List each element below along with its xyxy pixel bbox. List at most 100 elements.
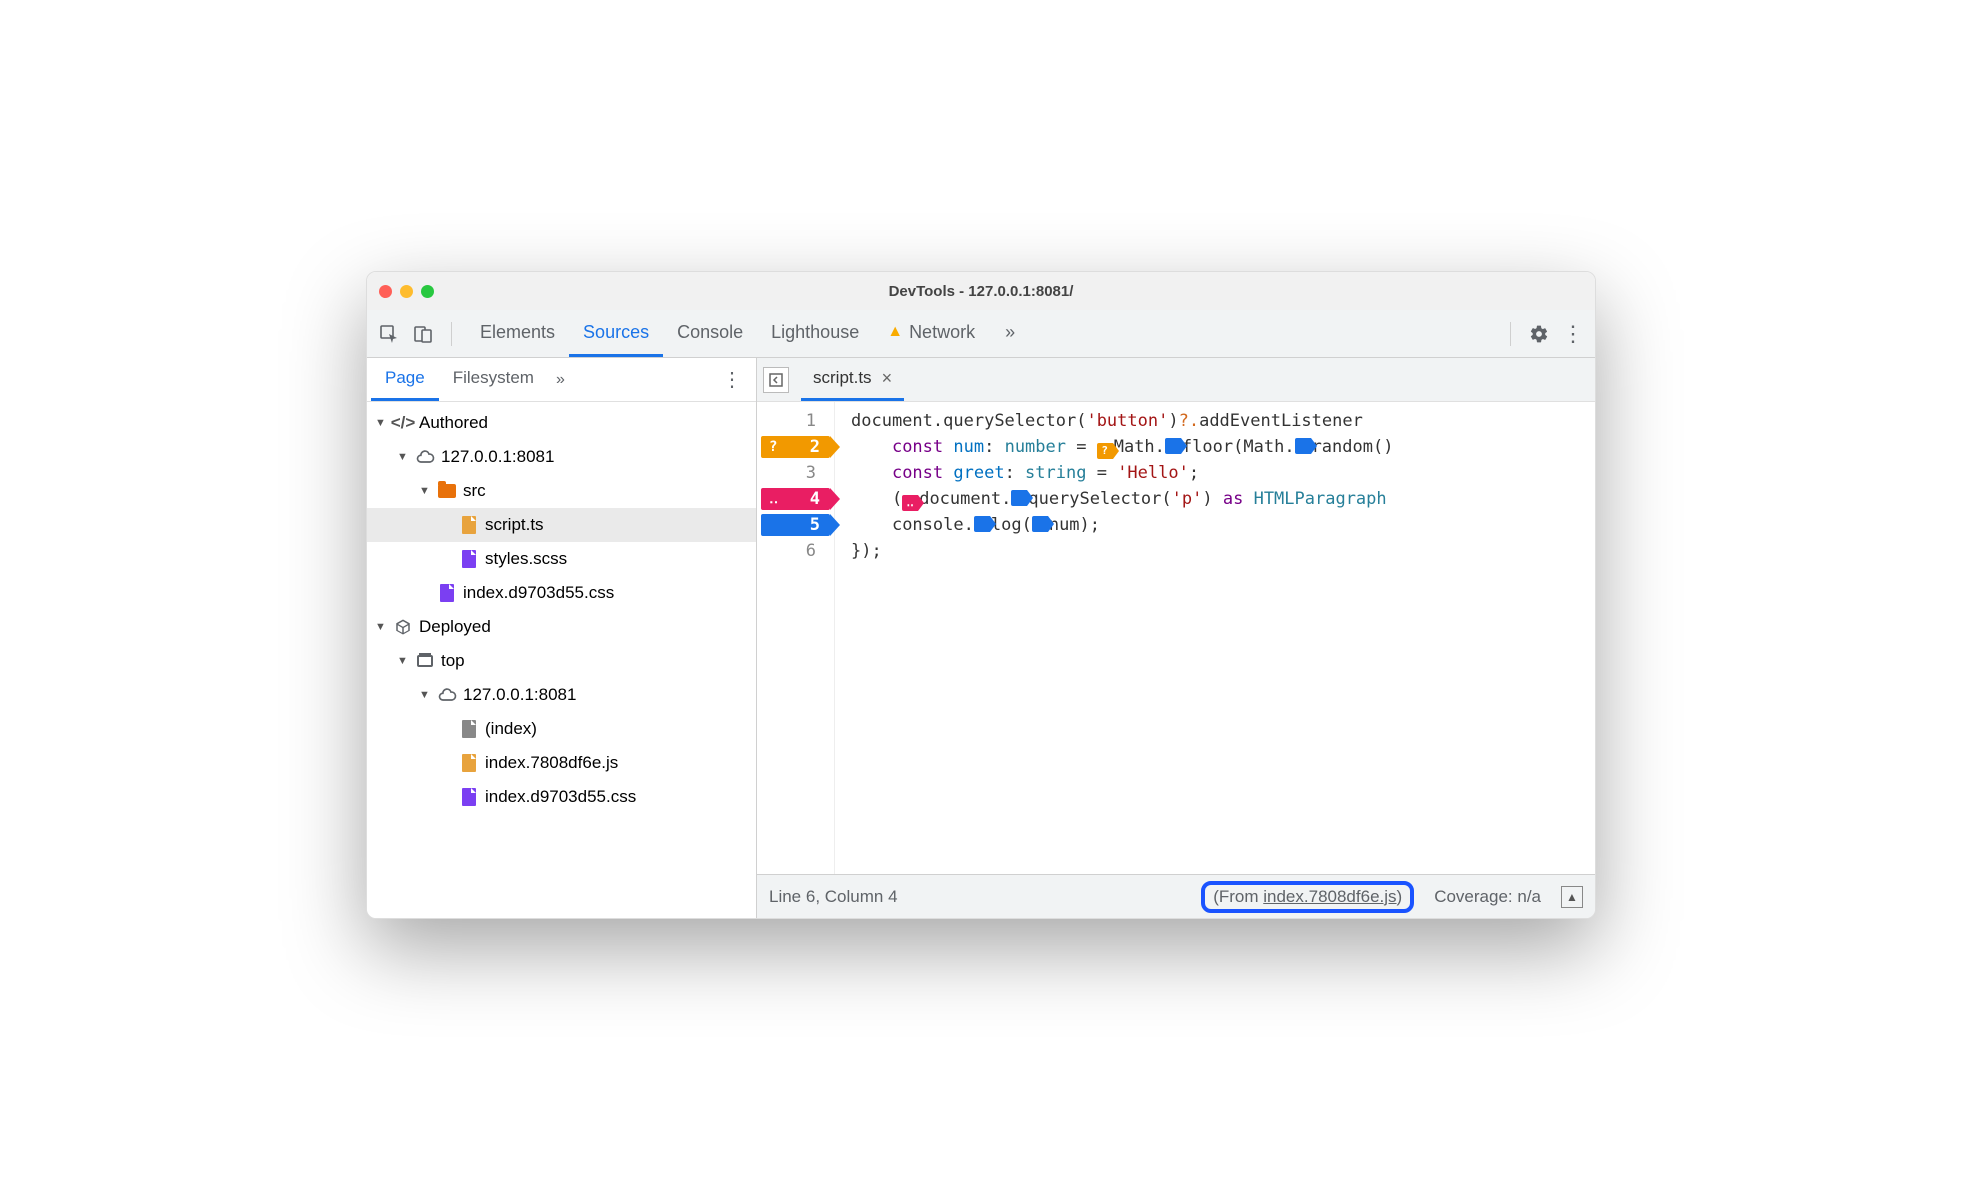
- file-icon: [437, 583, 457, 603]
- tree-item[interactable]: script.ts: [367, 508, 756, 542]
- editor-tabbar: script.ts ×: [757, 358, 1595, 402]
- cloud-icon: [437, 685, 457, 705]
- line-gutter[interactable]: 1?23‥4 56: [757, 402, 835, 874]
- zoom-window-button[interactable]: [421, 285, 434, 298]
- disclosure-triangle-icon[interactable]: ▼: [375, 621, 387, 633]
- code-editor[interactable]: 1?23‥4 56 document.querySelector('button'…: [757, 402, 1595, 874]
- sidebar-tab-filesystem[interactable]: Filesystem: [439, 358, 548, 401]
- breakpoint-marker[interactable]: ?2: [761, 436, 830, 458]
- inline-breakpoint-icon[interactable]: ‥: [902, 495, 918, 511]
- inline-breakpoint-icon[interactable]: [1295, 438, 1311, 454]
- close-tab-icon[interactable]: ×: [882, 368, 893, 389]
- tabs-overflow-button[interactable]: »: [995, 322, 1025, 346]
- code-content[interactable]: document.querySelector('button')?.addEve…: [835, 402, 1595, 874]
- sidebar-tabs-overflow[interactable]: »: [548, 371, 573, 389]
- editor-statusbar: Line 6, Column 4 (From index.7808df6e.js…: [757, 874, 1595, 918]
- drawer-toggle-icon[interactable]: ▲: [1561, 886, 1583, 908]
- cloud-icon: [415, 447, 435, 467]
- tree-item[interactable]: index.d9703d55.css: [367, 780, 756, 814]
- code-line[interactable]: const greet: string = 'Hello';: [851, 460, 1595, 486]
- sidebar-tab-page[interactable]: Page: [371, 358, 439, 401]
- tree-item-label: script.ts: [485, 515, 544, 535]
- device-toggle-icon[interactable]: [409, 320, 437, 348]
- tree-item-label: index.d9703d55.css: [463, 583, 614, 603]
- editor-pane: script.ts × 1?23‥4 56 document.querySelec…: [757, 358, 1595, 918]
- tree-item-label: Deployed: [419, 617, 491, 637]
- panel-tab-sources[interactable]: Sources: [569, 310, 663, 357]
- inline-breakpoint-icon[interactable]: [1165, 438, 1181, 454]
- sidebar-more-icon[interactable]: ⋮: [712, 367, 752, 392]
- tree-item[interactable]: ▼ </> Authored: [367, 406, 756, 440]
- sources-sidebar: PageFilesystem» ⋮ ▼ </> Authored ▼ 127.0.0.1:…: [367, 358, 757, 918]
- disclosure-triangle-icon[interactable]: ▼: [397, 451, 409, 463]
- tree-item-label: (index): [485, 719, 537, 739]
- sidebar-tabs: PageFilesystem» ⋮: [367, 358, 756, 402]
- inline-breakpoint-icon[interactable]: [1011, 490, 1027, 506]
- settings-gear-icon[interactable]: [1525, 320, 1553, 348]
- tree-item[interactable]: index.d9703d55.css: [367, 576, 756, 610]
- code-icon: </>: [393, 413, 413, 433]
- tree-item[interactable]: ▼ src: [367, 474, 756, 508]
- inline-breakpoint-icon[interactable]: [974, 516, 990, 532]
- deployed-icon: [393, 617, 413, 637]
- inline-breakpoint-icon[interactable]: ?: [1097, 443, 1113, 459]
- file-tree: ▼ </> Authored ▼ 127.0.0.1:8081 ▼ src script.ts…: [367, 402, 756, 918]
- navigate-back-button[interactable]: [763, 367, 789, 393]
- coverage-status: Coverage: n/a: [1434, 887, 1541, 907]
- disclosure-triangle-icon[interactable]: ▼: [419, 689, 431, 701]
- source-map-link[interactable]: index.7808df6e.js: [1263, 887, 1396, 906]
- disclosure-triangle-icon[interactable]: ▼: [419, 485, 431, 497]
- code-line[interactable]: });: [851, 538, 1595, 564]
- file-icon: [459, 719, 479, 739]
- code-line[interactable]: (‥document.querySelector('p') as HTMLPar…: [851, 486, 1595, 512]
- tree-item[interactable]: ▼ top: [367, 644, 756, 678]
- code-line[interactable]: const num: number = ?Math.floor(Math.ran…: [851, 434, 1595, 460]
- tree-item[interactable]: ▼ Deployed: [367, 610, 756, 644]
- breakpoint-marker[interactable]: 5: [761, 514, 830, 536]
- warning-icon: ▲: [887, 323, 903, 341]
- tree-item[interactable]: ▼ 127.0.0.1:8081: [367, 678, 756, 712]
- editor-tab-script-ts[interactable]: script.ts ×: [801, 358, 904, 401]
- file-icon: [459, 787, 479, 807]
- tree-item-label: styles.scss: [485, 549, 567, 569]
- minimize-window-button[interactable]: [400, 285, 413, 298]
- close-window-button[interactable]: [379, 285, 392, 298]
- file-icon: [459, 549, 479, 569]
- inline-breakpoint-icon[interactable]: [1032, 516, 1048, 532]
- code-line[interactable]: document.querySelector('button')?.addEve…: [851, 408, 1595, 434]
- tree-item-label: Authored: [419, 413, 488, 433]
- panel-tab-elements[interactable]: Elements: [466, 310, 569, 357]
- frame-icon: [415, 651, 435, 671]
- source-map-from[interactable]: (From index.7808df6e.js): [1201, 881, 1414, 913]
- panel-tab-network[interactable]: ▲Network: [873, 310, 989, 357]
- tree-item[interactable]: (index): [367, 712, 756, 746]
- line-number[interactable]: 1: [757, 408, 834, 434]
- kebab-menu-icon[interactable]: ⋮: [1559, 320, 1587, 348]
- devtools-window: DevTools - 127.0.0.1:8081/ ElementsSourc…: [366, 271, 1596, 919]
- tree-item-label: top: [441, 651, 465, 671]
- tree-item[interactable]: styles.scss: [367, 542, 756, 576]
- tree-item-label: index.7808df6e.js: [485, 753, 618, 773]
- panel-tabs: ElementsSourcesConsoleLighthouse▲Network: [466, 310, 989, 357]
- tree-item-label: 127.0.0.1:8081: [463, 685, 576, 705]
- code-line[interactable]: console.log(num);: [851, 512, 1595, 538]
- panel-tab-lighthouse[interactable]: Lighthouse: [757, 310, 873, 357]
- disclosure-triangle-icon[interactable]: ▼: [375, 417, 387, 429]
- tree-item-label: index.d9703d55.css: [485, 787, 636, 807]
- tree-item-label: src: [463, 481, 486, 501]
- tree-item-label: 127.0.0.1:8081: [441, 447, 554, 467]
- tree-item[interactable]: ▼ 127.0.0.1:8081: [367, 440, 756, 474]
- breakpoint-marker[interactable]: ‥4: [761, 488, 830, 510]
- inspect-element-icon[interactable]: [375, 320, 403, 348]
- line-number[interactable]: 6: [757, 538, 834, 564]
- traffic-lights: [379, 285, 434, 298]
- tree-item[interactable]: index.7808df6e.js: [367, 746, 756, 780]
- line-number[interactable]: 3: [757, 460, 834, 486]
- disclosure-triangle-icon[interactable]: ▼: [397, 655, 409, 667]
- file-icon: [459, 753, 479, 773]
- file-icon: [459, 515, 479, 535]
- separator: [1510, 322, 1511, 346]
- panel-tab-console[interactable]: Console: [663, 310, 757, 357]
- cursor-position: Line 6, Column 4: [769, 887, 898, 907]
- main-toolbar: ElementsSourcesConsoleLighthouse▲Network…: [367, 310, 1595, 358]
